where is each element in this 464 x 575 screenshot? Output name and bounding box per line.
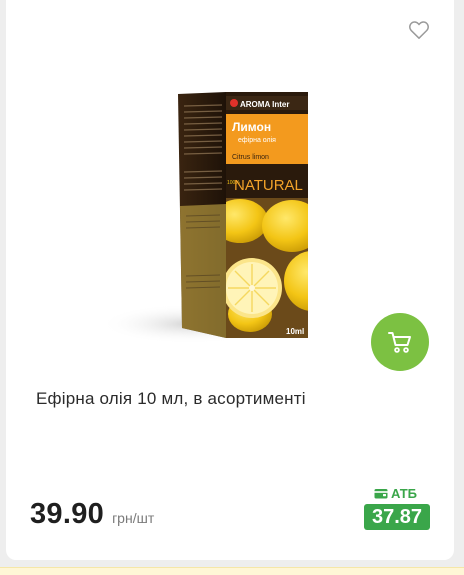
favorite-button[interactable] [408, 20, 430, 40]
package-brand-text: AROMA Inter [240, 100, 289, 109]
price-value: 39.90 [30, 498, 105, 530]
price-block: 39.90 грн/шт [30, 498, 154, 531]
price-unit: грн/шт [112, 510, 155, 526]
product-image[interactable]: AROMA Inter Лимон ефірна олія Citrus lim… [80, 56, 380, 366]
essential-oil-box-image: AROMA Inter Лимон ефірна олія Citrus lim… [100, 92, 308, 344]
product-card[interactable]: AROMA Inter Лимон ефірна олія Citrus lim… [6, 0, 454, 560]
cart-icon [388, 332, 411, 353]
product-title[interactable]: Ефірна олія 10 мл, в асортименті [36, 388, 436, 410]
atb-label-text: АТБ [391, 486, 418, 501]
heart-outline-icon [409, 21, 429, 39]
package-latin-text: Citrus limon [232, 154, 269, 161]
package-name-text: Лимон [232, 120, 271, 134]
package-volume-text: 10ml [286, 327, 304, 336]
add-to-cart-button[interactable] [371, 313, 429, 371]
atb-card-label: АТБ [374, 486, 417, 501]
package-natural-text: NATURAL [234, 177, 303, 194]
wallet-icon [374, 489, 388, 499]
atb-price-badge: 37.87 [364, 504, 430, 530]
package-subtitle-text: ефірна олія [238, 136, 276, 144]
